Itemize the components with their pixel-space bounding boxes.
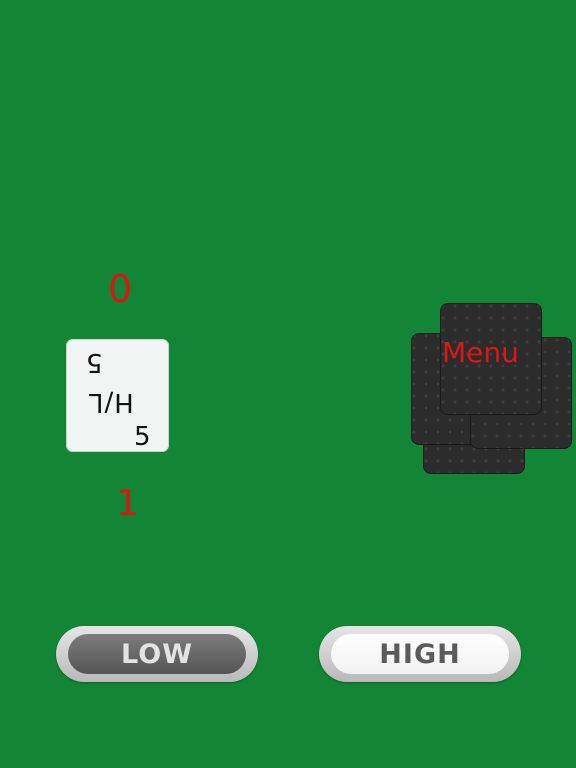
menu-button[interactable]: Menu bbox=[442, 339, 519, 367]
current-card: 5 H/L 5 bbox=[66, 339, 169, 452]
card-value-bottom: 5 bbox=[134, 422, 151, 452]
low-button-label: LOW bbox=[68, 634, 246, 674]
high-button[interactable]: HIGH bbox=[319, 626, 521, 682]
opponent-score: 0 bbox=[108, 267, 133, 311]
card-value-top: 5 bbox=[86, 347, 103, 377]
player-score: 1 bbox=[116, 483, 139, 524]
low-button[interactable]: LOW bbox=[56, 626, 258, 682]
card-center-label: H/L bbox=[88, 387, 134, 417]
high-button-label: HIGH bbox=[331, 634, 509, 674]
